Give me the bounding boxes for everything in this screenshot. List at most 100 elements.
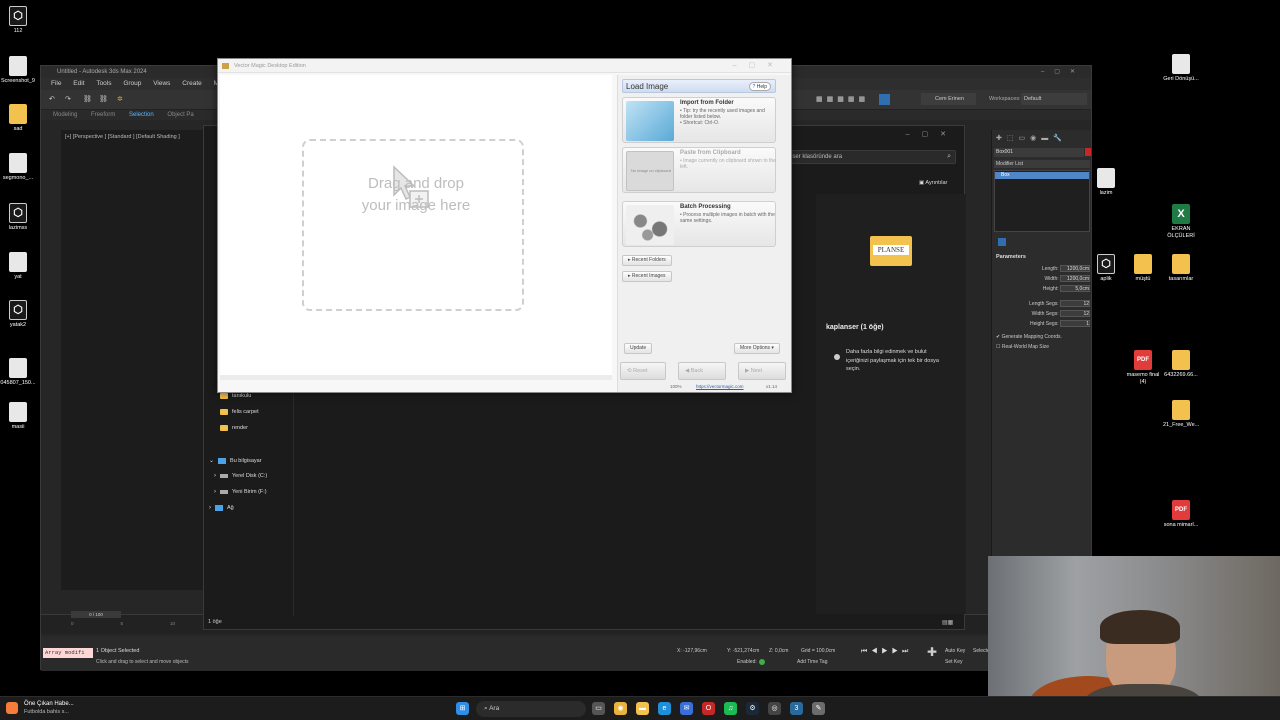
vm-reset-button[interactable]: ⟲ Reset	[620, 362, 666, 380]
chevron-right-icon[interactable]: ›	[209, 505, 211, 511]
desktop-icon[interactable]: segmono_...	[0, 153, 36, 182]
news-subtitle[interactable]: Futbolda bahis s...	[24, 709, 69, 715]
search-icon[interactable]: ⌕	[947, 151, 951, 163]
vm-help-button[interactable]: ? Help	[748, 82, 771, 91]
modifier-list-dropdown[interactable]: Modifier List	[994, 160, 1090, 168]
parameters-rollout-title[interactable]: Parameters	[996, 254, 1026, 260]
time-slider[interactable]: 0 / 100	[71, 611, 121, 618]
desktop-icon[interactable]: 6432269.66...	[1163, 350, 1199, 379]
window-controls[interactable]: –▢✕	[1041, 66, 1085, 78]
unlink-icon[interactable]: ⛓	[99, 95, 108, 104]
chrome-alt-icon[interactable]: ◎	[768, 702, 781, 715]
modifier-stack-item-box[interactable]: Box	[995, 172, 1089, 179]
news-widget-icon[interactable]	[6, 702, 18, 714]
task-view-icon[interactable]: ▭	[592, 702, 605, 715]
param-spinner[interactable]: 5,0cm	[1060, 285, 1090, 293]
set-key-button[interactable]: Set Key	[945, 659, 963, 665]
menu-file[interactable]: File	[51, 80, 61, 87]
object-color-swatch[interactable]	[1085, 148, 1091, 156]
menu-edit[interactable]: Edit	[73, 80, 84, 87]
chrome-icon[interactable]: ◉	[614, 702, 627, 715]
vm-paste-clipboard-button[interactable]: No image on clipboard Paste from Clipboa…	[622, 147, 776, 193]
desktop-icon[interactable]: 21_Free_We...	[1163, 400, 1199, 429]
3dsmax-taskbar-icon[interactable]: 3	[790, 702, 803, 715]
nav-item-folder[interactable]: felis carpet	[220, 409, 259, 415]
playback-controls[interactable]: ⏮◀▶▶⏭	[861, 648, 912, 656]
menu-tools[interactable]: Tools	[96, 80, 111, 87]
desktop-icon[interactable]: ⬡ lazimss	[0, 203, 36, 232]
view-toggle-icons[interactable]: ▤▦	[942, 619, 953, 626]
active-tool-icon[interactable]	[879, 94, 890, 105]
vector-magic-taskbar-icon[interactable]: ✎	[812, 702, 825, 715]
desktop-icon[interactable]: PDF sona mimarl...	[1163, 500, 1199, 529]
ribbon-tab-object-paint[interactable]: Object Pa	[167, 112, 193, 118]
param-spinner[interactable]: 12	[1060, 310, 1090, 318]
vm-drop-canvas[interactable]: Drag and drop your image here	[220, 75, 612, 380]
desktop-icon[interactable]: X EKRAN ÖLÇÜLERİ	[1163, 204, 1199, 239]
vm-canvas-scrollbar[interactable]	[220, 375, 612, 380]
render-toolbar-icons[interactable]: ▦▦▦▦▦	[816, 95, 869, 104]
bind-space-warp-icon[interactable]: ✲	[117, 95, 123, 104]
desktop-icon[interactable]: müştü	[1125, 254, 1161, 283]
mail-icon[interactable]: ✉	[680, 702, 693, 715]
details-toggle[interactable]: ▣ Ayrıntılar	[919, 180, 947, 186]
ribbon-tab-modeling[interactable]: Modeling	[53, 112, 77, 118]
desktop-icon[interactable]: yat	[0, 252, 36, 281]
nav-item-this-pc[interactable]: ⌄ Bu bilgisayar	[209, 457, 262, 464]
desktop-icon[interactable]: ⬡ yatak2	[0, 300, 36, 329]
vm-update-button[interactable]: Update	[624, 343, 653, 354]
nav-item-drive-f[interactable]: › Yeni Birim (F:)	[214, 489, 267, 495]
vm-back-button[interactable]: ◀ Back	[678, 362, 726, 380]
coord-z[interactable]: Z: 0,0cm	[769, 648, 788, 654]
undo-icon[interactable]: ↶	[49, 95, 55, 104]
pin-stack-icon[interactable]	[998, 238, 1006, 246]
desktop-icon[interactable]: Screenshot_9	[0, 56, 36, 85]
steam-icon[interactable]: ⚙	[746, 702, 759, 715]
menu-views[interactable]: Views	[153, 80, 170, 87]
command-panel-tabs[interactable]: ✚⬚▭◉▬🔧	[996, 134, 1067, 143]
explorer-search-input[interactable]: nser klasöründe ara ⌕	[784, 150, 956, 164]
redo-icon[interactable]: ↷	[65, 95, 71, 104]
vm-window-controls[interactable]: –▢✕	[733, 59, 785, 73]
nav-item-folder[interactable]: tanıkulu	[220, 393, 251, 399]
menu-group[interactable]: Group	[123, 80, 141, 87]
desktop-icon[interactable]: sad	[0, 104, 36, 133]
auto-key-button[interactable]: Auto Key	[945, 648, 965, 654]
object-name-field[interactable]: Box001	[994, 148, 1084, 157]
chevron-right-icon[interactable]: ›	[214, 473, 216, 479]
taskbar-search-box[interactable]: ⌕ Ara	[476, 701, 586, 717]
param-spinner[interactable]: 1	[1060, 320, 1090, 328]
nav-item-folder[interactable]: render	[220, 425, 248, 431]
param-spinner[interactable]: 12	[1060, 300, 1090, 308]
desktop-icon[interactable]: 045807_150...	[0, 358, 36, 387]
vm-more-options-button[interactable]: More Options ▾	[734, 343, 780, 354]
real-world-checkbox[interactable]: ☐ Real-World Map Size	[996, 342, 1090, 352]
viewport-label[interactable]: [+] [Perspective ] [Standard ] [Default …	[65, 134, 180, 140]
windows-start-icon[interactable]: ⊞	[456, 702, 469, 715]
vm-next-button[interactable]: ▶ Next	[738, 362, 786, 380]
desktop-icon[interactable]: PDF masemo final (4)	[1125, 350, 1161, 385]
desktop-icon[interactable]: masii	[0, 402, 36, 431]
vm-recent-folders-button[interactable]: ▸ Recent Folders	[622, 255, 672, 266]
edge-icon[interactable]: e	[658, 702, 671, 715]
coord-x[interactable]: X: -127,96cm	[677, 648, 707, 654]
chevron-right-icon[interactable]: ›	[214, 489, 216, 495]
vm-import-folder-button[interactable]: Import from Folder • Tip: try the recent…	[622, 97, 776, 143]
add-time-tag[interactable]: Add Time Tag	[797, 659, 827, 665]
vm-website-link[interactable]: https://vectormagic.com	[696, 384, 744, 389]
param-spinner[interactable]: 1200,0cm	[1060, 265, 1090, 273]
vm-batch-processing-button[interactable]: Batch Processing • Process multiple imag…	[622, 201, 776, 247]
desktop-icon[interactable]: ⬡ aplik	[1088, 254, 1124, 283]
news-title[interactable]: Öne Çıkan Habe...	[24, 701, 74, 707]
enabled-indicator[interactable]	[759, 659, 765, 665]
maxscript-listener[interactable]: Array modifi	[43, 648, 93, 658]
desktop-icon[interactable]: ⬡ 112	[0, 6, 36, 35]
coord-y[interactable]: Y: -521,274cm	[727, 648, 759, 654]
desktop-icon[interactable]: Geri Dönüşü...	[1163, 54, 1199, 83]
nav-item-drive-c[interactable]: › Yerel Disk (C:)	[214, 473, 267, 479]
chevron-down-icon[interactable]: ⌄	[209, 457, 214, 464]
gen-mapping-checkbox[interactable]: ✔ Generate Mapping Coords.	[996, 332, 1090, 342]
desktop-icon[interactable]: lazim	[1088, 168, 1124, 197]
user-account[interactable]: Cem Erinen	[921, 93, 976, 105]
explorer-window-controls[interactable]: –▢✕	[906, 130, 958, 138]
